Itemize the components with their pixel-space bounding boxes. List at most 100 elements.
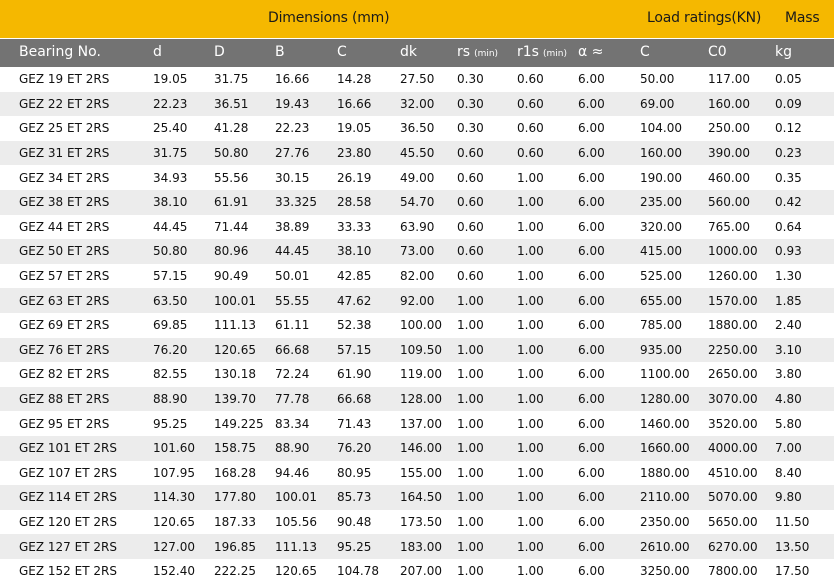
cell-C-dynamic: 2110.00	[640, 485, 708, 510]
cell-B: 77.78	[275, 386, 337, 412]
cell-alpha: 6.00	[578, 558, 640, 583]
cell-C: 14.28	[337, 67, 400, 92]
cell-D: 71.44	[214, 214, 275, 240]
cell-rs: 0.30	[457, 67, 517, 92]
cell-r1s: 1.00	[517, 288, 578, 313]
cell-bearing-no: GEZ 22 ET 2RS	[0, 91, 153, 117]
cell-d: 101.60	[153, 435, 214, 461]
cell-bearing-no: GEZ 19 ET 2RS	[0, 67, 153, 92]
col-header-D: D	[214, 44, 225, 60]
cell-rs: 1.00	[457, 485, 517, 510]
cell-dk: 92.00	[400, 288, 457, 313]
cell-kg: 0.05	[775, 67, 834, 92]
cell-rs: 1.00	[457, 534, 517, 559]
cell-alpha: 6.00	[578, 362, 640, 387]
cell-d: 25.40	[153, 116, 214, 141]
cell-d: 38.10	[153, 189, 214, 215]
cell-kg: 1.30	[775, 263, 834, 289]
cell-D: 177.80	[214, 485, 275, 510]
col-header-C-dynamic: C	[640, 44, 650, 60]
cell-C-dynamic: 785.00	[640, 312, 708, 338]
cell-rs: 1.00	[457, 509, 517, 535]
cell-C: 38.10	[337, 239, 400, 264]
cell-B: 38.89	[275, 214, 337, 240]
cell-bearing-no: GEZ 120 ET 2RS	[0, 509, 153, 535]
cell-C: 104.78	[337, 558, 400, 583]
cell-C-dynamic: 2610.00	[640, 534, 708, 559]
cell-D: 120.65	[214, 337, 275, 363]
col-header-d: d	[153, 44, 162, 60]
cell-B: 94.46	[275, 460, 337, 486]
cell-alpha: 6.00	[578, 239, 640, 264]
cell-rs: 0.30	[457, 116, 517, 141]
cell-B: 22.23	[275, 116, 337, 141]
cell-kg: 0.93	[775, 239, 834, 264]
cell-C-dynamic: 1100.00	[640, 362, 708, 387]
cell-bearing-no: GEZ 57 ET 2RS	[0, 263, 153, 289]
cell-bearing-no: GEZ 76 ET 2RS	[0, 337, 153, 363]
table-row: GEZ 88 ET 2RS 88.90 139.70 77.78 66.68 128.00…	[0, 386, 834, 412]
table-row: GEZ 22 ET 2RS 22.23 36.51 19.43 16.66 32.00 0.…	[0, 91, 834, 117]
cell-dk: 173.50	[400, 509, 457, 535]
col-header-r1s-label: r1s	[517, 44, 539, 60]
cell-D: 130.18	[214, 362, 275, 387]
cell-kg: 2.40	[775, 312, 834, 338]
cell-bearing-no: GEZ 38 ET 2RS	[0, 189, 153, 215]
cell-alpha: 6.00	[578, 263, 640, 289]
cell-kg: 0.23	[775, 140, 834, 166]
cell-B: 111.13	[275, 534, 337, 559]
cell-B: 30.15	[275, 165, 337, 190]
cell-d: 50.80	[153, 239, 214, 264]
cell-D: 61.91	[214, 189, 275, 215]
col-header-alpha: α ≈	[578, 44, 604, 60]
cell-D: 196.85	[214, 534, 275, 559]
cell-C: 66.68	[337, 386, 400, 412]
cell-alpha: 6.00	[578, 67, 640, 92]
cell-d: 107.95	[153, 460, 214, 486]
table-row: GEZ 31 ET 2RS 31.75 50.80 27.76 23.80 45.50 0.…	[0, 140, 834, 166]
cell-r1s: 1.00	[517, 534, 578, 559]
cell-C: 52.38	[337, 312, 400, 338]
cell-d: 34.93	[153, 165, 214, 190]
cell-alpha: 6.00	[578, 116, 640, 141]
cell-alpha: 6.00	[578, 386, 640, 412]
cell-dk: 27.50	[400, 67, 457, 92]
cell-D: 168.28	[214, 460, 275, 486]
cell-rs: 0.60	[457, 239, 517, 264]
cell-r1s: 1.00	[517, 386, 578, 412]
cell-kg: 11.50	[775, 509, 834, 535]
cell-dk: 207.00	[400, 558, 457, 583]
table-row: GEZ 44 ET 2RS 44.45 71.44 38.89 33.33 63.90 0.…	[0, 214, 834, 240]
cell-kg: 0.12	[775, 116, 834, 141]
cell-kg: 9.80	[775, 485, 834, 510]
cell-kg: 5.80	[775, 411, 834, 436]
cell-d: 69.85	[153, 312, 214, 338]
cell-r1s: 0.60	[517, 67, 578, 92]
cell-D: 139.70	[214, 386, 275, 412]
cell-alpha: 6.00	[578, 509, 640, 535]
table-row: GEZ 57 ET 2RS 57.15 90.49 50.01 42.85 82.00 0.…	[0, 263, 834, 289]
cell-C-dynamic: 3250.00	[640, 558, 708, 583]
cell-C: 19.05	[337, 116, 400, 141]
column-header-row: Bearing No. d D B C dk rs (min) r1s (min) …	[0, 39, 834, 67]
cell-r1s: 0.60	[517, 91, 578, 117]
cell-C0: 2250.00	[708, 337, 775, 363]
cell-dk: 146.00	[400, 435, 457, 461]
cell-C: 95.25	[337, 534, 400, 559]
cell-rs: 0.60	[457, 214, 517, 240]
cell-r1s: 1.00	[517, 337, 578, 363]
cell-bearing-no: GEZ 31 ET 2RS	[0, 140, 153, 166]
cell-C-dynamic: 1460.00	[640, 411, 708, 436]
cell-C0: 5650.00	[708, 509, 775, 535]
cell-C-dynamic: 1660.00	[640, 435, 708, 461]
cell-C0: 2650.00	[708, 362, 775, 387]
cell-kg: 0.09	[775, 91, 834, 117]
cell-C: 33.33	[337, 214, 400, 240]
load-ratings-group-label: Load ratings(KN)	[647, 10, 762, 26]
cell-alpha: 6.00	[578, 485, 640, 510]
cell-alpha: 6.00	[578, 411, 640, 436]
cell-D: 31.75	[214, 67, 275, 92]
cell-bearing-no: GEZ 127 ET 2RS	[0, 534, 153, 559]
cell-kg: 0.35	[775, 165, 834, 190]
cell-B: 105.56	[275, 509, 337, 535]
